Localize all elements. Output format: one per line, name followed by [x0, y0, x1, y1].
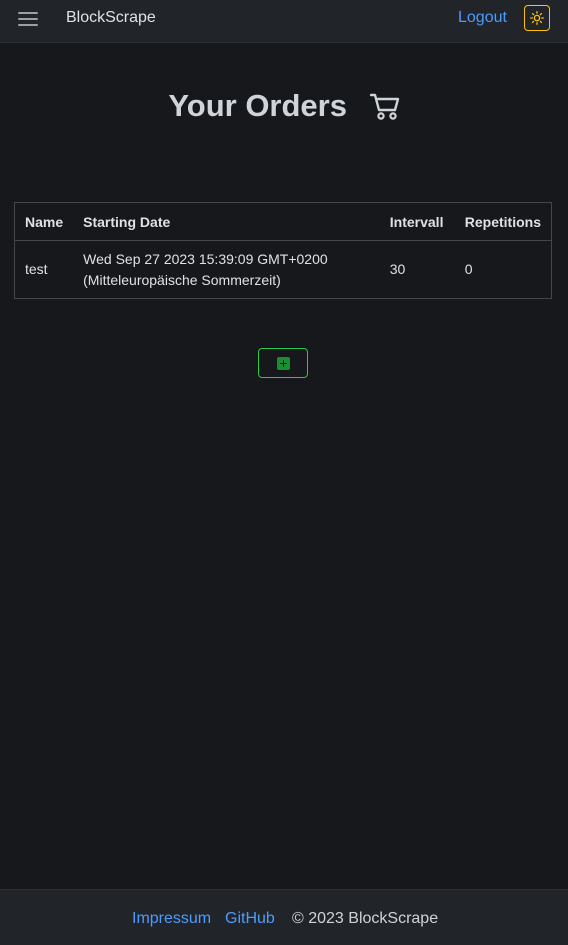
copyright-text: © 2023 BlockScrape [292, 910, 439, 927]
table-row[interactable]: test Wed Sep 27 2023 15:39:09 GMT+0200 (… [15, 241, 552, 299]
starting-date-timezone: (Mitteleuropäische Sommerzeit) [83, 271, 281, 288]
logout-link[interactable]: Logout [458, 9, 507, 27]
order-starting-date-cell: Wed Sep 27 2023 15:39:09 GMT+0200 (Mitte… [73, 241, 380, 299]
footer: Impressum GitHub © 2023 BlockScrape [0, 889, 568, 945]
github-link[interactable]: GitHub [225, 910, 275, 928]
brand-name[interactable]: BlockScrape [66, 9, 156, 27]
column-header-repetitions: Repetitions [454, 202, 552, 241]
impressum-link[interactable]: Impressum [132, 910, 211, 928]
order-repetitions-cell: 0 [464, 261, 473, 277]
starting-date-line: Wed Sep 27 2023 15:39:09 GMT+0200 [83, 250, 328, 267]
page-title-text: Your Orders [168, 88, 347, 123]
theme-toggle-button[interactable] [524, 5, 550, 31]
column-header-starting-date: Starting Date [73, 202, 380, 241]
plus-square-icon [276, 356, 290, 370]
sun-icon [530, 11, 544, 25]
cart-icon [369, 93, 399, 120]
hamburger-icon[interactable] [18, 11, 38, 27]
add-order-button[interactable] [258, 348, 308, 378]
orders-table: Name Starting Date Intervall Repetitions… [14, 202, 552, 299]
top-navbar: BlockScrape Logout [0, 0, 568, 43]
order-intervall-cell: 30 [389, 261, 406, 277]
column-header-name: Name [14, 202, 74, 241]
order-name-cell: test [25, 261, 48, 277]
page-title: Your Orders [0, 88, 568, 124]
table-header-row: Name Starting Date Intervall Repetitions [14, 202, 552, 241]
column-header-intervall: Intervall [379, 202, 455, 241]
